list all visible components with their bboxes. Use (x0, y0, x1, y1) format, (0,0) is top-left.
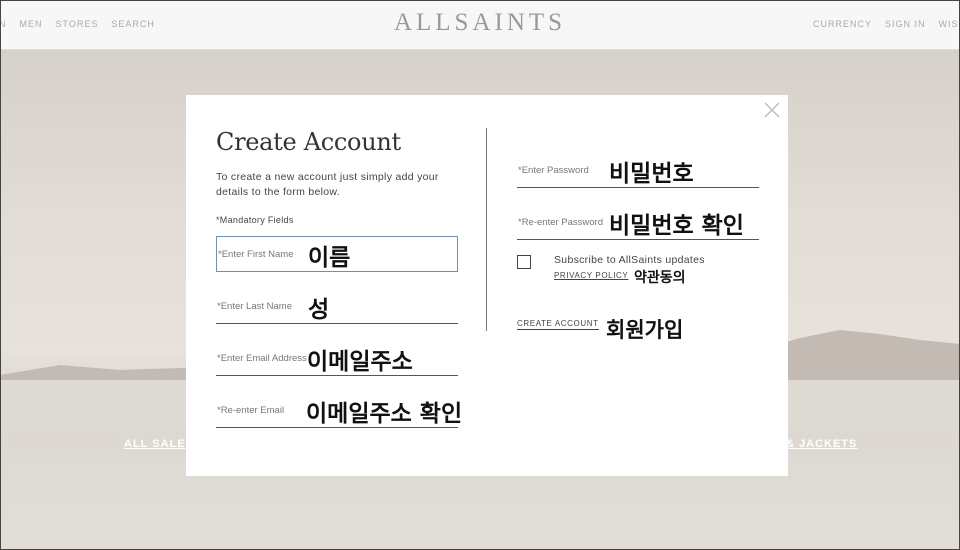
create-account-modal: Create Account To create a new account j… (186, 95, 788, 476)
nav-right: CURRENCY SIGN IN WISH (800, 19, 960, 29)
create-account-annotation: 회원가입 (606, 318, 684, 342)
password-placeholder: *Enter Password (518, 165, 589, 176)
page-title: Create Account (216, 128, 401, 156)
subscribe-label: Subscribe to AllSaints updates (554, 254, 705, 266)
subscribe-checkbox[interactable] (517, 255, 531, 269)
column-divider (486, 128, 487, 331)
email-field[interactable]: *Enter Email Address 이메일주소 (216, 340, 458, 376)
password-confirm-field[interactable]: *Re-enter Password 비밀번호 확인 (517, 204, 759, 240)
email-placeholder: *Enter Email Address (217, 353, 307, 364)
email-confirm-annotation: 이메일주소 확인 (306, 401, 463, 427)
nav-sign-in[interactable]: SIGN IN (885, 19, 926, 29)
mandatory-note: *Mandatory Fields (216, 215, 294, 225)
close-icon[interactable] (764, 102, 780, 118)
email-confirm-placeholder: *Re-enter Email (217, 405, 285, 416)
site-header: EN MEN STORES SEARCH ALLSAINTS CURRENCY … (0, 0, 960, 50)
email-confirm-field[interactable]: *Re-enter Email 이메일주소 확인 (216, 392, 462, 428)
password-field[interactable]: *Enter Password 비밀번호 (517, 152, 759, 188)
first-name-annotation: 이름 (308, 245, 351, 271)
password-confirm-placeholder: *Re-enter Password (518, 217, 604, 228)
nav-currency[interactable]: CURRENCY (813, 19, 872, 29)
intro-text: To create a new account just simply add … (216, 171, 439, 198)
privacy-policy-link[interactable]: PRIVACY POLICY (554, 271, 628, 280)
create-account-button[interactable]: CREATE ACCOUNT (517, 319, 599, 330)
nav-wishlist[interactable]: WISH (939, 19, 960, 29)
last-name-annotation: 성 (308, 297, 330, 323)
last-name-placeholder: *Enter Last Name (217, 301, 292, 312)
password-annotation: 비밀번호 (609, 161, 694, 187)
first-name-field[interactable]: *Enter First Name 이름 (216, 236, 458, 272)
password-confirm-annotation: 비밀번호 확인 (609, 213, 744, 239)
last-name-field[interactable]: *Enter Last Name 성 (216, 288, 458, 324)
privacy-annotation: 약관동의 (634, 270, 686, 286)
first-name-placeholder: *Enter First Name (218, 249, 294, 260)
email-annotation: 이메일주소 (307, 349, 413, 375)
